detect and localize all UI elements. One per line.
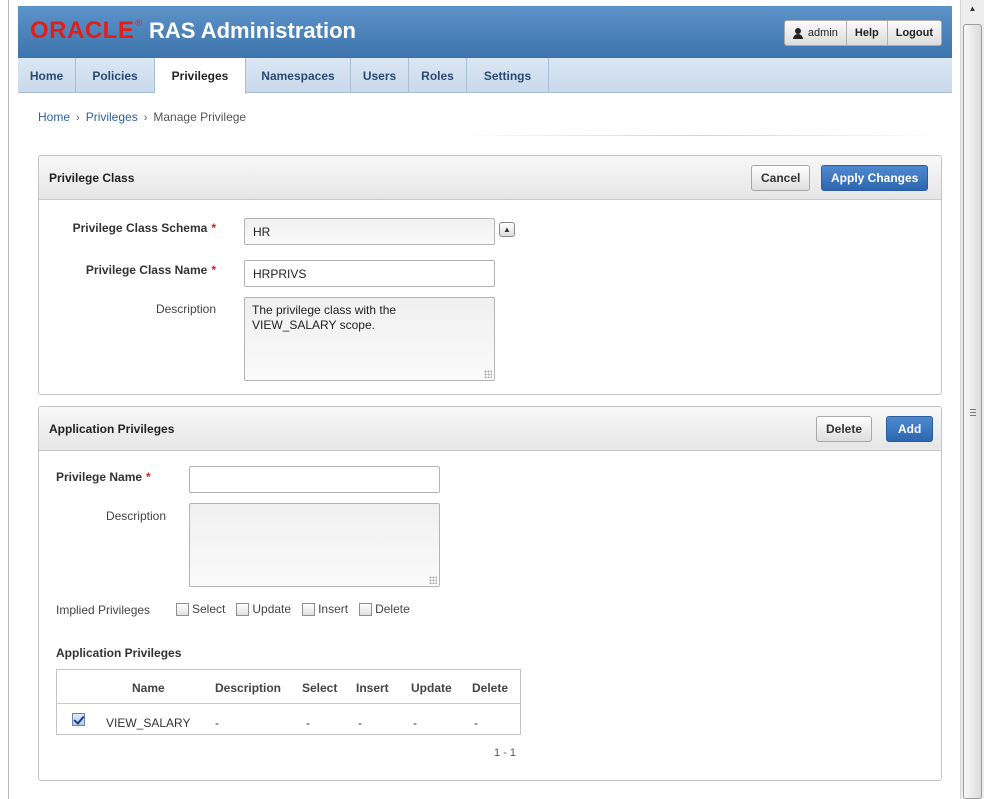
required-marker: * [146,470,151,484]
privilege-name-label: Privilege Name * [56,470,167,484]
column-header-update[interactable]: Update [411,681,452,695]
logout-link[interactable]: Logout [886,21,941,45]
resize-grip-icon[interactable] [484,370,492,378]
tab-policies[interactable]: Policies [76,58,155,93]
required-marker: * [211,221,216,235]
user-name: admin [807,27,838,39]
class-name-field[interactable]: HRPRIVS [244,260,495,287]
class-name-label-text: Privilege Class Name [85,263,208,277]
cell-name: VIEW_SALARY [106,716,191,730]
tab-settings[interactable]: Settings [467,58,549,93]
region-header: Privilege Class Cancel Apply Changes [39,156,941,200]
checkbox[interactable] [359,602,373,616]
region-title: Application Privileges [49,422,175,436]
grip-icon [970,409,976,416]
divider [458,135,938,136]
scrollbar-thumb[interactable] [963,24,982,799]
window-edge [8,0,9,799]
app-privileges-table: Name Description Select Insert Update De… [56,669,521,735]
vertical-scrollbar[interactable]: ▲ [960,0,984,799]
tab-home[interactable]: Home [18,58,76,93]
option-label: Insert [318,602,349,616]
breadcrumb-separator: › [143,112,148,124]
checkbox[interactable] [176,602,189,616]
column-header-name[interactable]: Name [132,681,165,695]
checkbox[interactable] [236,602,250,616]
breadcrumb-separator: › [76,112,80,124]
breadcrumb: Home › Privileges › Manage Privilege [38,110,246,124]
privilege-name-label-text: Privilege Name [56,470,143,484]
column-header-select[interactable]: Select [302,681,337,695]
implied-delete-option[interactable]: Delete [359,602,410,616]
help-link[interactable]: Help [845,21,887,45]
app-window: ORACLE ® RAS Administration admin Help L… [18,6,952,799]
implied-update-option[interactable]: Update [236,602,291,616]
arrow-up-icon[interactable]: ▲ [961,0,984,17]
implied-select-option[interactable]: Select [176,602,225,616]
region-header: Application Privileges Delete Add [39,407,941,451]
implied-insert-option[interactable]: Insert [302,602,348,616]
schema-field[interactable]: HR [244,218,495,245]
privilege-description-field[interactable] [189,503,440,587]
cancel-button[interactable]: Cancel [751,165,811,191]
checkbox[interactable] [302,602,316,616]
row-checkbox[interactable] [72,713,85,726]
option-label: Select [192,602,226,616]
breadcrumb-current: Manage Privilege [153,110,247,124]
cell-insert: - [358,716,362,730]
breadcrumb-privileges[interactable]: Privileges [86,110,138,124]
cell-update: - [413,716,417,730]
privilege-name-field[interactable] [189,466,440,493]
cell-select: - [306,716,310,730]
main-nav: Home Policies Privileges Namespaces User… [18,58,952,94]
option-label: Update [252,602,292,616]
column-header-description[interactable]: Description [215,681,281,695]
privilege-description-label: Description [105,509,166,523]
schema-label: Privilege Class Schema * [56,221,216,235]
app-privileges-subheading: Application Privileges [56,646,182,660]
user-menu[interactable]: admin [785,21,846,45]
column-header-delete[interactable]: Delete [472,681,508,695]
tab-users[interactable]: Users [351,58,409,93]
add-button[interactable]: Add [886,416,934,442]
table-header: Name Description Select Insert Update De… [57,670,520,704]
column-header-insert[interactable]: Insert [356,681,389,695]
table-row[interactable]: VIEW_SALARY - - - - - [57,704,520,734]
schema-label-text: Privilege Class Schema [72,221,208,235]
tab-privileges[interactable]: Privileges [155,58,246,94]
class-name-label: Privilege Class Name * [56,263,216,277]
tab-namespaces[interactable]: Namespaces [246,58,351,93]
implied-privileges-options: Select Update Insert Delete [176,602,421,616]
region-title: Privilege Class [49,171,135,185]
user-toolbar: admin Help Logout [783,20,942,46]
oracle-logo: ORACLE ® RAS Administration [30,17,356,44]
required-marker: * [211,263,216,277]
brand-name: ORACLE [30,17,135,44]
apply-changes-button[interactable]: Apply Changes [821,165,929,191]
resize-grip-icon[interactable] [429,576,437,584]
implied-privileges-label: Implied Privileges [56,603,151,617]
cell-delete: - [474,716,478,730]
class-description-text: The privilege class with the VIEW_SALARY… [252,303,397,332]
breadcrumb-home[interactable]: Home [38,110,70,124]
tab-roles[interactable]: Roles [409,58,467,93]
registered-mark: ® [135,18,142,28]
person-icon [792,27,803,39]
app-header: ORACLE ® RAS Administration admin Help L… [18,6,952,58]
app-title: RAS Administration [148,18,356,43]
pagination-info: 1 - 1 [494,747,517,759]
caret-up-icon[interactable]: ▲ [499,222,515,237]
delete-button[interactable]: Delete [816,416,873,442]
class-description-field[interactable]: The privilege class with the VIEW_SALARY… [244,297,495,381]
cell-description: - [215,716,219,730]
option-label: Delete [375,602,410,616]
class-description-label: Description [155,302,216,316]
